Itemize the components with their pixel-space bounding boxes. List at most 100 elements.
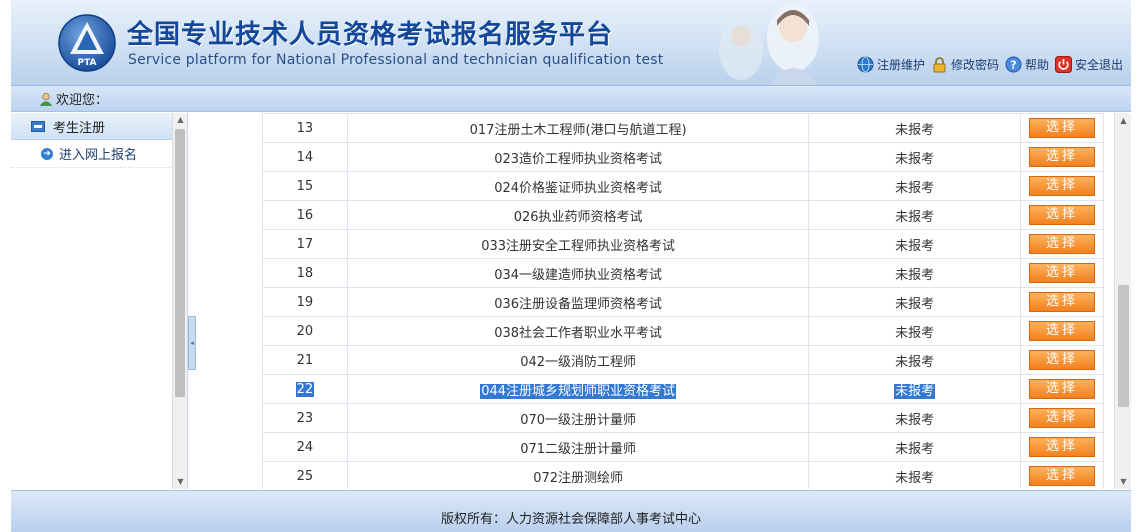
- row-number-cell: 24: [262, 432, 348, 462]
- row-number: 15: [296, 178, 314, 194]
- row-number: 22: [295, 381, 315, 397]
- table-row: 14 023造价工程师执业资格考试 未报考 选择: [262, 142, 1104, 172]
- sidebar-collapse-toggle[interactable]: ◂: [188, 316, 196, 370]
- scroll-up-icon[interactable]: ▲: [1115, 113, 1131, 128]
- scroll-up-icon[interactable]: ▲: [173, 113, 188, 127]
- registration-status-cell: 未报考: [808, 432, 1022, 462]
- registration-status-cell: 未报考: [808, 113, 1022, 143]
- exam-name-cell: 023造价工程师执业资格考试: [346, 142, 810, 172]
- help-link[interactable]: ? 帮助: [1005, 56, 1049, 73]
- globe-icon: [857, 56, 874, 73]
- select-button[interactable]: 选择: [1029, 118, 1095, 138]
- action-cell: 选择: [1020, 113, 1104, 143]
- exam-table: 13 017注册土木工程师(港口与航道工程) 未报考 选择 14 023造价工程师执业资格…: [262, 113, 1104, 489]
- registration-status-cell: 未报考: [808, 142, 1022, 172]
- main-scrollbar[interactable]: ▲ ▼: [1114, 113, 1131, 489]
- exam-name-cell: 024价格鉴证师执业资格考试: [346, 171, 810, 201]
- registration-status: 未报考: [895, 209, 935, 225]
- exam-name: 024价格鉴证师执业资格考试: [494, 180, 663, 196]
- exam-name-cell: 044注册城乡规划师职业资格考试: [346, 374, 810, 404]
- registration-status: 未报考: [895, 354, 935, 370]
- site-subtitle: Service platform for National Profession…: [128, 52, 664, 68]
- select-button[interactable]: 选择: [1029, 466, 1095, 486]
- table-row: 24 071二级注册计量师 未报考 选择: [262, 432, 1104, 462]
- register-maintenance-link[interactable]: 注册维护: [857, 56, 925, 73]
- registration-status: 未报考: [895, 151, 935, 167]
- main-scroll-thumb[interactable]: [1118, 285, 1129, 407]
- select-button[interactable]: 选择: [1029, 205, 1095, 225]
- registration-status-cell: 未报考: [808, 345, 1022, 375]
- exam-name-cell: 034一级建造师执业资格考试: [346, 258, 810, 288]
- table-row: 23 070一级注册计量师 未报考 选择: [262, 403, 1104, 433]
- table-row: 16 026执业药师资格考试 未报考 选择: [262, 200, 1104, 230]
- row-number-cell: 23: [262, 403, 348, 433]
- registration-status-cell: 未报考: [808, 316, 1022, 346]
- select-button[interactable]: 选择: [1029, 321, 1095, 341]
- row-number-cell: 17: [262, 229, 348, 259]
- exam-name: 071二级注册计量师: [520, 441, 637, 457]
- scroll-down-icon[interactable]: ▼: [1115, 474, 1131, 489]
- row-number-cell: 19: [262, 287, 348, 317]
- registration-status: 未报考: [895, 325, 935, 341]
- sidebar-scrollbar[interactable]: ▲ ▼: [172, 113, 187, 489]
- exam-name: 034一级建造师执业资格考试: [494, 267, 663, 283]
- row-number-cell: 25: [262, 461, 348, 489]
- exam-name-cell: 071二级注册计量师: [346, 432, 810, 462]
- select-button[interactable]: 选择: [1029, 437, 1095, 457]
- exam-name-cell: 072注册测绘师: [346, 461, 810, 489]
- select-button[interactable]: 选择: [1029, 379, 1095, 399]
- exam-name-cell: 017注册土木工程师(港口与航道工程): [346, 113, 810, 143]
- registration-status: 未报考: [894, 383, 936, 399]
- action-cell: 选择: [1020, 258, 1104, 288]
- sidebar-item-online-registration[interactable]: ➜ 进入网上报名: [11, 140, 173, 168]
- registration-status-cell: 未报考: [808, 403, 1022, 433]
- sidebar-section-label: 考生注册: [53, 120, 106, 136]
- table-row: 18 034一级建造师执业资格考试 未报考 选择: [262, 258, 1104, 288]
- table-row: 19 036注册设备监理师资格考试 未报考 选择: [262, 287, 1104, 317]
- sidebar-section-header[interactable]: 考生注册: [11, 113, 173, 140]
- select-button[interactable]: 选择: [1029, 408, 1095, 428]
- scroll-down-icon[interactable]: ▼: [173, 475, 188, 489]
- user-icon: [39, 92, 53, 106]
- row-number-cell: 22: [262, 374, 348, 404]
- select-button[interactable]: 选择: [1029, 147, 1095, 167]
- help-icon: ?: [1005, 56, 1022, 73]
- lock-icon: [933, 57, 946, 73]
- exam-name: 036注册设备监理师资格考试: [494, 296, 663, 312]
- change-password-link[interactable]: 修改密码: [931, 56, 999, 73]
- select-button[interactable]: 选择: [1029, 292, 1095, 312]
- sidebar-scroll-thumb[interactable]: [175, 129, 185, 397]
- row-number: 18: [296, 265, 314, 281]
- exam-name-cell: 026执业药师资格考试: [346, 200, 810, 230]
- action-cell: 选择: [1020, 142, 1104, 172]
- exam-name-cell: 036注册设备监理师资格考试: [346, 287, 810, 317]
- select-button[interactable]: 选择: [1029, 176, 1095, 196]
- welcome-bar: 欢迎您：: [11, 86, 1131, 112]
- register-maintenance-label: 注册维护: [876, 58, 925, 72]
- row-number-cell: 21: [262, 345, 348, 375]
- row-number: 24: [296, 439, 314, 455]
- select-button[interactable]: 选择: [1029, 234, 1095, 254]
- row-number: 23: [296, 410, 314, 426]
- row-number: 25: [296, 468, 314, 484]
- power-icon: [1054, 56, 1072, 73]
- registration-status-cell: 未报考: [808, 258, 1022, 288]
- exam-name: 033注册安全工程师执业资格考试: [481, 238, 676, 254]
- row-number: 17: [296, 236, 314, 252]
- action-cell: 选择: [1020, 287, 1104, 317]
- exam-name-cell: 033注册安全工程师执业资格考试: [346, 229, 810, 259]
- registration-status: 未报考: [895, 412, 935, 428]
- registration-status: 未报考: [895, 122, 935, 138]
- logout-link[interactable]: 安全退出: [1054, 56, 1123, 73]
- registration-status-cell: 未报考: [808, 200, 1022, 230]
- registration-status-cell: 未报考: [808, 374, 1022, 404]
- registration-status-cell: 未报考: [808, 461, 1022, 489]
- action-cell: 选择: [1020, 200, 1104, 230]
- select-button[interactable]: 选择: [1029, 350, 1095, 370]
- operators-illustration: [719, 4, 819, 85]
- arrow-right-icon: ➜: [41, 147, 53, 160]
- exam-name: 038社会工作者职业水平考试: [494, 325, 663, 341]
- pta-logo: PTA: [58, 14, 116, 72]
- action-cell: 选择: [1020, 403, 1104, 433]
- select-button[interactable]: 选择: [1029, 263, 1095, 283]
